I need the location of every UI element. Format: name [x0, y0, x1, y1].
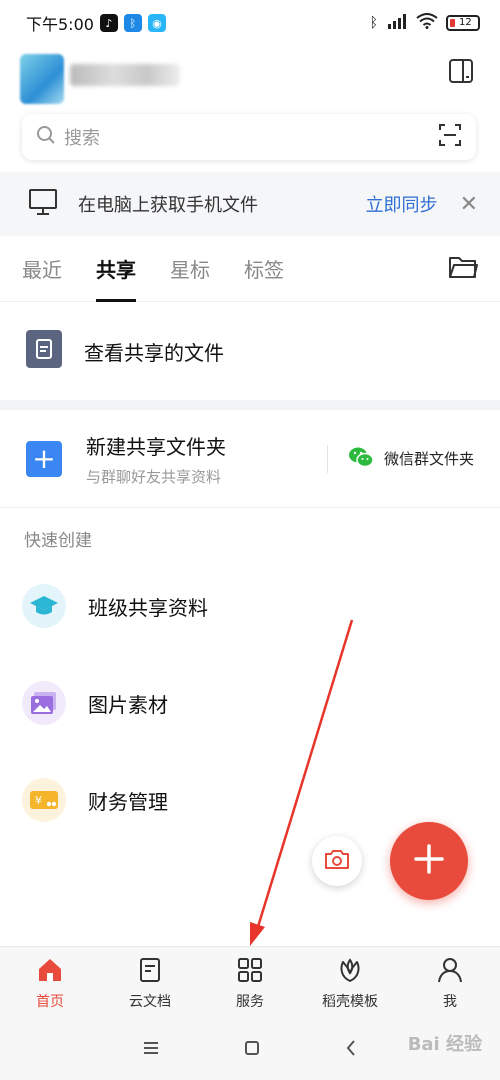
tab-recent[interactable]: 最近 — [22, 236, 62, 302]
create-new-button[interactable] — [390, 822, 468, 900]
chat-app-icon: ◉ — [147, 14, 166, 32]
back-icon[interactable] — [344, 1039, 358, 1061]
bluetooth-app-icon: ᛒ — [123, 14, 142, 32]
menu-icon[interactable] — [142, 1040, 160, 1060]
nav-home[interactable]: 首页 — [0, 947, 100, 1020]
sync-text: 在电脑上获取手机文件 — [78, 195, 258, 216]
user-name-blurred — [70, 64, 180, 86]
view-shared-files-row[interactable]: 查看共享的文件 — [0, 318, 500, 384]
status-time: 下午5:00 — [26, 15, 94, 34]
money-card-icon: ¥ — [22, 778, 66, 822]
nav-templates[interactable]: 稻壳模板 — [300, 947, 400, 1020]
quick-item-class-materials[interactable]: 班级共享资料 — [0, 576, 500, 636]
section-divider — [0, 400, 500, 410]
graduation-cap-icon — [22, 584, 66, 628]
quick-create-title: 快速创建 — [24, 531, 92, 551]
nav-templates-label: 稻壳模板 — [322, 993, 378, 1010]
camera-icon — [324, 848, 350, 874]
wifi-icon — [416, 13, 438, 33]
nav-cloud-docs-label: 云文档 — [129, 993, 171, 1010]
watermark-logo: Bai 经验 — [407, 1034, 482, 1055]
nav-services[interactable]: 服务 — [200, 947, 300, 1020]
battery-level: 12 — [459, 17, 472, 28]
quick-item-label: 班级共享资料 — [88, 595, 208, 620]
nav-home-label: 首页 — [36, 993, 64, 1010]
wechat-group-folder-label: 微信群文件夹 — [383, 450, 474, 468]
quick-item-label: 财务管理 — [88, 789, 168, 814]
new-shared-folder-title: 新建共享文件夹 — [86, 434, 226, 459]
search-icon — [36, 125, 56, 149]
close-icon[interactable]: ✕ — [460, 192, 478, 217]
new-shared-folder-subtitle: 与群聊好友共享资料 — [86, 467, 222, 486]
new-shared-folder-row[interactable]: + 新建共享文件夹 与群聊好友共享资料 微信群文件夹 — [0, 410, 500, 508]
plus-icon — [413, 843, 445, 879]
leaf-icon — [337, 957, 363, 987]
quick-item-label: 图片素材 — [88, 692, 168, 717]
tab-tags[interactable]: 标签 — [244, 236, 284, 302]
document-icon — [137, 957, 163, 987]
wechat-group-folder-button[interactable]: 微信群文件夹 — [326, 444, 474, 473]
status-bar: 下午5:00 ♪ ᛒ ◉ ᛒ 12 — [0, 0, 500, 46]
add-folder-icon: + — [26, 440, 62, 477]
tab-bar: 最近 共享 星标 标签 — [0, 236, 500, 302]
nav-services-label: 服务 — [236, 993, 264, 1010]
image-icon — [22, 681, 66, 725]
shared-file-icon — [26, 330, 62, 372]
grid-icon — [237, 957, 263, 987]
header — [0, 46, 500, 106]
svg-text:¥: ¥ — [35, 794, 42, 807]
home-square-icon[interactable] — [243, 1039, 261, 1061]
tiktok-icon: ♪ — [99, 14, 118, 32]
search-input[interactable]: 搜索 — [64, 124, 100, 150]
avatar[interactable] — [20, 54, 64, 104]
nav-me[interactable]: 我 — [400, 947, 500, 1020]
scan-icon[interactable] — [438, 123, 462, 151]
quick-item-finance[interactable]: ¥ 财务管理 — [0, 770, 500, 830]
sync-banner: 在电脑上获取手机文件 立即同步 ✕ — [0, 172, 500, 236]
nav-me-label: 我 — [443, 993, 457, 1010]
person-icon — [437, 957, 463, 987]
quick-item-image-materials[interactable]: 图片素材 — [0, 673, 500, 733]
sync-now-link[interactable]: 立即同步 — [366, 191, 438, 217]
tab-shared[interactable]: 共享 — [96, 236, 136, 302]
home-icon — [36, 957, 64, 987]
tab-starred[interactable]: 星标 — [170, 236, 210, 302]
device-switch-icon[interactable] — [448, 58, 474, 84]
nav-cloud-docs[interactable]: 云文档 — [100, 947, 200, 1020]
search-bar[interactable]: 搜索 — [22, 114, 476, 160]
signal-icon — [386, 13, 408, 33]
battery-indicator: 12 — [446, 15, 480, 31]
bottom-nav: 首页 云文档 服务 稻壳模板 我 — [0, 946, 500, 1020]
camera-button[interactable] — [312, 836, 362, 886]
computer-icon — [28, 188, 58, 220]
wechat-icon — [348, 446, 374, 472]
folder-icon[interactable] — [448, 254, 478, 284]
bluetooth-icon: ᛒ — [369, 15, 378, 31]
view-shared-files-label: 查看共享的文件 — [84, 340, 224, 365]
